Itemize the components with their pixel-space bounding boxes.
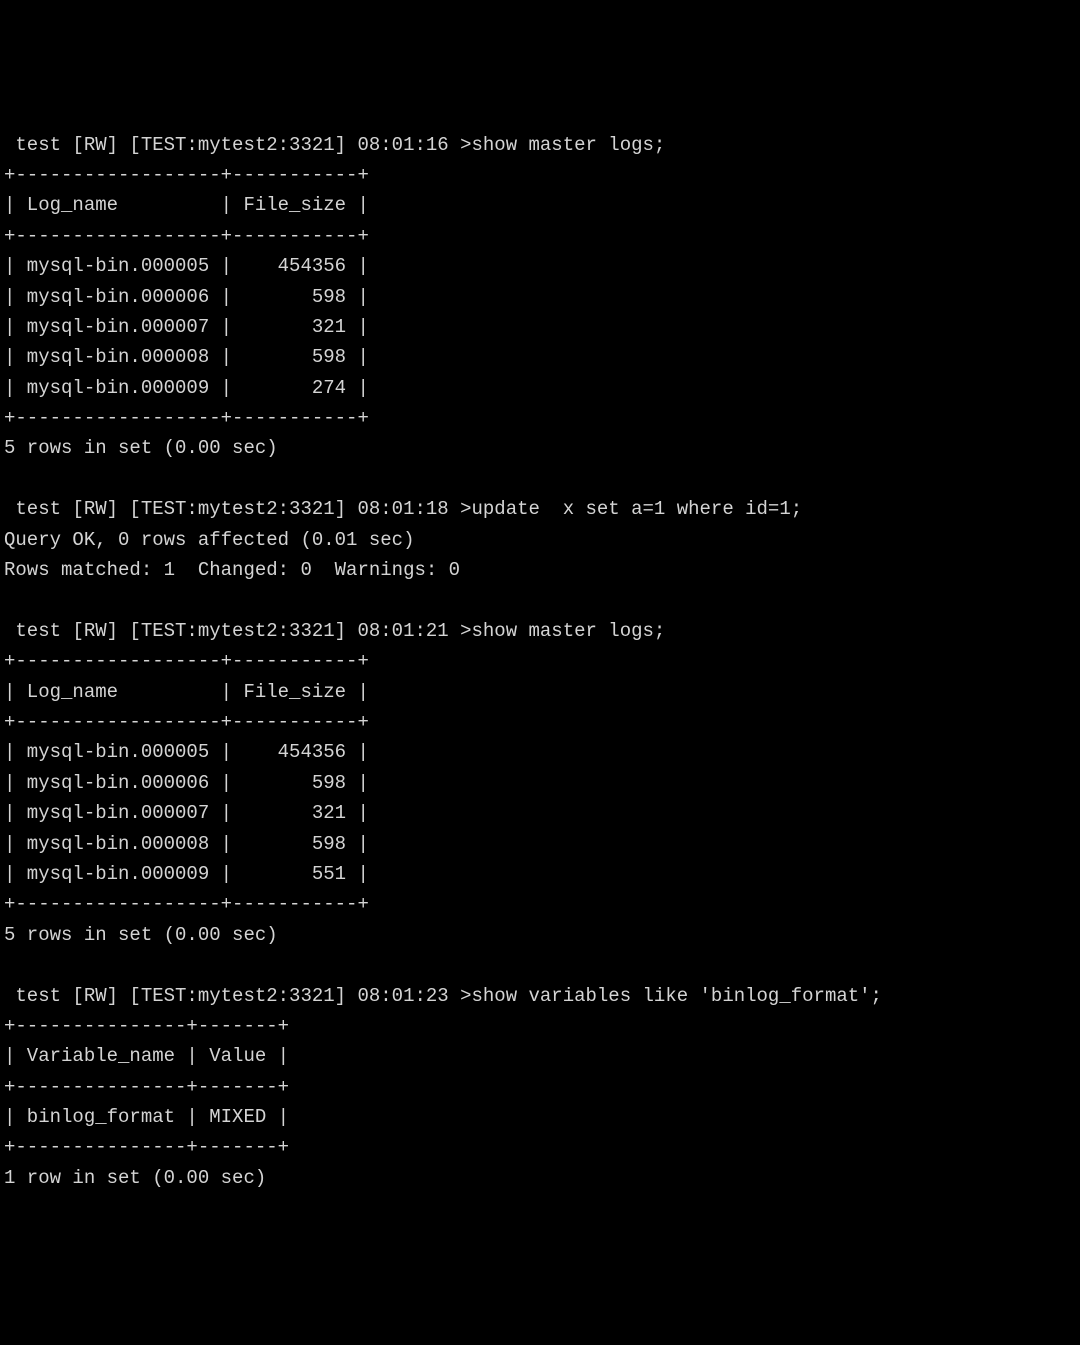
- table-row: | mysql-bin.000006 | 598 |: [4, 286, 369, 308]
- prompt-line: test [RW] [TEST:mytest2:3321] 08:01:23 >…: [4, 985, 882, 1007]
- command: update x set a=1 where id=1;: [471, 498, 802, 520]
- table-row: | binlog_format | MIXED |: [4, 1106, 289, 1128]
- table-row: | mysql-bin.000007 | 321 |: [4, 316, 369, 338]
- command: show master logs;: [471, 620, 665, 642]
- table-row: | mysql-bin.000005 | 454356 |: [4, 255, 369, 277]
- table-sep: +------------------+-----------+: [4, 893, 369, 915]
- command: show variables like 'binlog_format';: [471, 985, 881, 1007]
- prompt-line: test [RW] [TEST:mytest2:3321] 08:01:18 >…: [4, 498, 802, 520]
- table-row: | mysql-bin.000007 | 321 |: [4, 802, 369, 824]
- table-row: | mysql-bin.000009 | 274 |: [4, 377, 369, 399]
- table-sep: +---------------+-------+: [4, 1136, 289, 1158]
- table-row: | mysql-bin.000008 | 598 |: [4, 346, 369, 368]
- table-sep: +------------------+-----------+: [4, 711, 369, 733]
- prompt-line: test [RW] [TEST:mytest2:3321] 08:01:21 >…: [4, 620, 665, 642]
- result-line: Query OK, 0 rows affected (0.01 sec): [4, 529, 414, 551]
- prompt: test [RW] [TEST:mytest2:3321] 08:01:21 >: [4, 620, 471, 642]
- prompt: test [RW] [TEST:mytest2:3321] 08:01:18 >: [4, 498, 471, 520]
- table-header: | Log_name | File_size |: [4, 681, 369, 703]
- table-row: | mysql-bin.000006 | 598 |: [4, 772, 369, 794]
- prompt-line: test [RW] [TEST:mytest2:3321] 08:01:16 >…: [4, 134, 665, 156]
- prompt: test [RW] [TEST:mytest2:3321] 08:01:23 >: [4, 985, 471, 1007]
- result-line: Rows matched: 1 Changed: 0 Warnings: 0: [4, 559, 460, 581]
- table-row: | mysql-bin.000008 | 598 |: [4, 833, 369, 855]
- table-header: | Variable_name | Value |: [4, 1045, 289, 1067]
- table-sep: +---------------+-------+: [4, 1015, 289, 1037]
- table-sep: +------------------+-----------+: [4, 164, 369, 186]
- table-sep: +------------------+-----------+: [4, 225, 369, 247]
- result-footer: 5 rows in set (0.00 sec): [4, 924, 278, 946]
- terminal-output[interactable]: test [RW] [TEST:mytest2:3321] 08:01:16 >…: [4, 130, 1076, 1194]
- table-sep: +------------------+-----------+: [4, 407, 369, 429]
- table-sep: +------------------+-----------+: [4, 650, 369, 672]
- result-footer: 5 rows in set (0.00 sec): [4, 437, 278, 459]
- table-header: | Log_name | File_size |: [4, 194, 369, 216]
- result-footer: 1 row in set (0.00 sec): [4, 1167, 266, 1189]
- command: show master logs;: [471, 134, 665, 156]
- table-row: | mysql-bin.000009 | 551 |: [4, 863, 369, 885]
- table-sep: +---------------+-------+: [4, 1076, 289, 1098]
- prompt: test [RW] [TEST:mytest2:3321] 08:01:16 >: [4, 134, 471, 156]
- table-row: | mysql-bin.000005 | 454356 |: [4, 741, 369, 763]
